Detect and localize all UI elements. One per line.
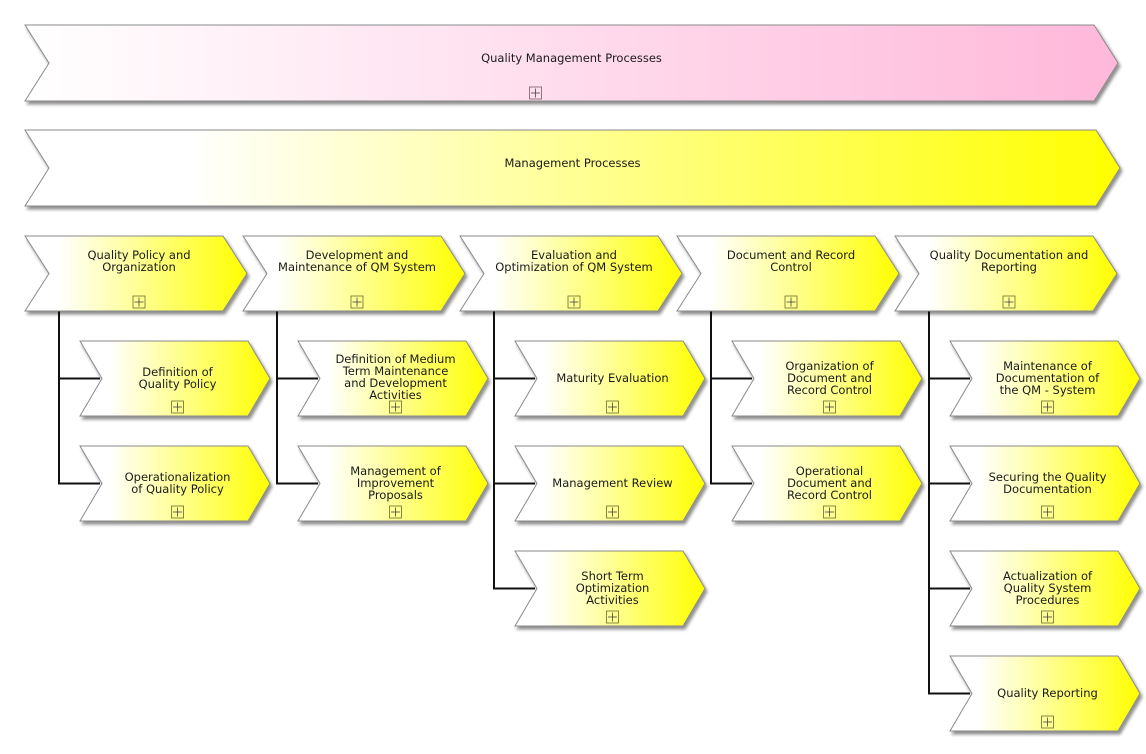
shape-label: Maintenance of Documentation of the QM - S…	[996, 359, 1100, 397]
label-line: Activities	[586, 593, 638, 607]
label-line: Procedures	[1016, 593, 1080, 607]
subprocess-4-1[interactable]: Organization of Document and Record Contro…	[731, 340, 923, 417]
label-line: the QM - System	[1000, 383, 1096, 397]
banner-label: Management Processes	[504, 156, 640, 170]
subprocess-5-1[interactable]: Maintenance of Documentation of the QM - S…	[949, 340, 1141, 417]
label-line: Organization	[102, 260, 176, 274]
shape-label: Operationalization of Quality Policy	[125, 470, 231, 496]
label-line: Quality Reporting	[997, 686, 1098, 700]
shape-label: Quality Policy and Organization	[87, 248, 190, 274]
label-line: Record Control	[787, 488, 872, 502]
shape-label: Short Term Optimization Activities	[576, 569, 650, 607]
label-line: Reporting	[981, 260, 1037, 274]
label-line: Optimization of QM System	[495, 260, 652, 274]
shapes-layer: Quality Management Processes Management P…	[24, 24, 1141, 732]
banner-label: Quality Management Processes	[481, 51, 662, 65]
banner-management-processes[interactable]: Management Processes	[24, 129, 1121, 207]
subprocess-2-1[interactable]: Definition of Medium Term Maintenance and …	[297, 340, 489, 417]
label-line: Record Control	[787, 383, 872, 397]
label-line: of Quality Policy	[131, 482, 224, 496]
label-line: Control	[770, 260, 812, 274]
shape-label: Securing the Quality Documentation	[989, 470, 1107, 496]
subprocess-5-3[interactable]: Actualization of Quality System Procedures	[949, 550, 1141, 627]
subprocess-1-2[interactable]: Operationalization of Quality Policy	[79, 445, 271, 522]
label-line: Maturity Evaluation	[556, 371, 668, 385]
label-line: Proposals	[368, 488, 423, 502]
label-line: Activities	[369, 388, 421, 402]
label-line: Management Review	[552, 476, 672, 490]
shape-label: Management Review	[552, 476, 672, 490]
shape-label: Operational Document and Record Control	[787, 464, 872, 502]
subprocess-3-1[interactable]: Maturity Evaluation	[514, 340, 706, 417]
banner-quality-management-processes[interactable]: Quality Management Processes	[24, 24, 1119, 102]
shape-label: Quality Reporting	[997, 686, 1098, 700]
subprocess-2-2[interactable]: Management of Improvement Proposals	[297, 445, 489, 522]
process-1[interactable]: Quality Policy and Organization	[24, 235, 248, 312]
subprocess-1-1[interactable]: Definition of Quality Policy	[79, 340, 271, 417]
subprocess-4-2[interactable]: Operational Document and Record Control	[731, 445, 923, 522]
process-2[interactable]: Development and Maintenance of QM System	[242, 235, 466, 312]
process-5[interactable]: Quality Documentation and Reporting	[894, 235, 1118, 312]
label-line: Maintenance of QM System	[278, 260, 436, 274]
subprocess-5-4[interactable]: Quality Reporting	[949, 655, 1141, 732]
shape-label: Maturity Evaluation	[556, 371, 668, 385]
process-3[interactable]: Evaluation and Optimization of QM System	[459, 235, 683, 312]
label-line: Quality Policy	[139, 377, 217, 391]
value-added-chain-diagram: Quality Management Processes Management P…	[24, 24, 1141, 732]
subprocess-3-3[interactable]: Short Term Optimization Activities	[514, 550, 706, 627]
subprocess-3-2[interactable]: Management Review	[514, 445, 706, 522]
process-4[interactable]: Document and Record Control	[676, 235, 900, 312]
label-line: Documentation	[1003, 482, 1092, 496]
shape-label: Organization of Document and Record Contro…	[785, 359, 874, 397]
shape-label: Definition of Quality Policy	[139, 365, 217, 391]
subprocess-5-2[interactable]: Securing the Quality Documentation	[949, 445, 1141, 522]
